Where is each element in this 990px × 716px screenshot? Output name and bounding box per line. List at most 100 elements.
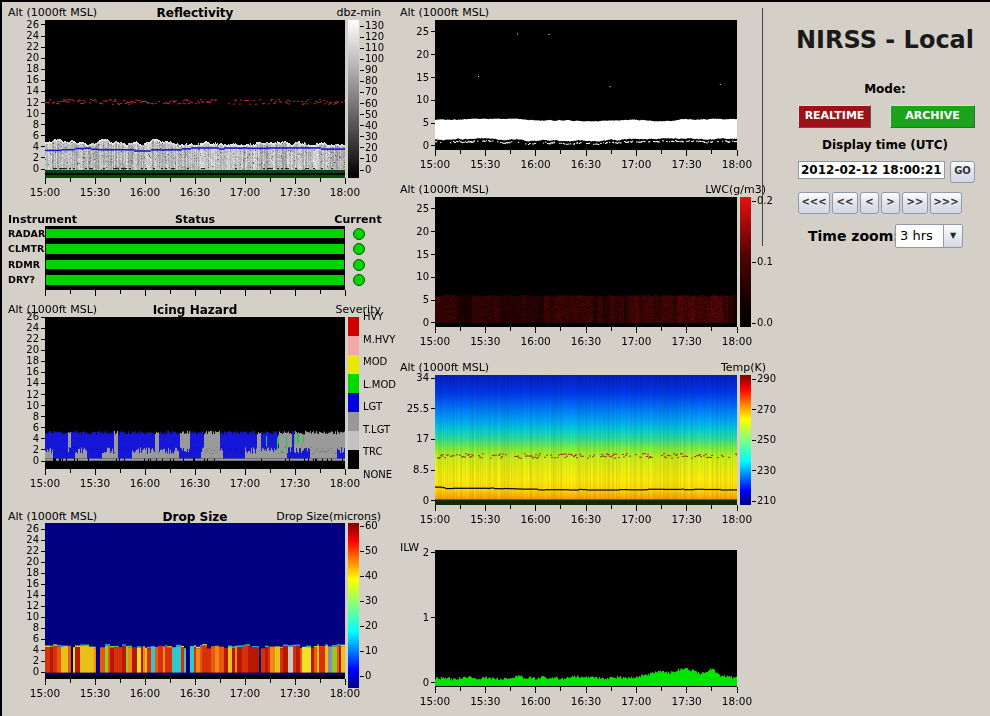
y-tick	[41, 405, 45, 406]
y-tick-label: 20	[3, 556, 39, 567]
x-tick-label: 15:00	[23, 477, 67, 489]
nav-button-5[interactable]: >>>	[930, 192, 962, 214]
x-tick	[270, 178, 271, 182]
colorbar-tick-label: 290	[757, 373, 776, 384]
x-tick	[295, 679, 296, 685]
y-tick	[431, 100, 435, 101]
y-tick-label: 8.5	[393, 464, 429, 475]
x-tick-label: 17:00	[614, 335, 658, 347]
x-tick-label: 17:30	[665, 335, 709, 347]
nirss-window: NIRSS - Local Mode: REALTIME ARCHIVE Dis…	[0, 0, 990, 716]
x-tick	[170, 290, 171, 294]
colorbar-tick	[360, 170, 364, 171]
x-tick	[711, 150, 712, 154]
y-tick	[41, 573, 45, 574]
x-tick	[460, 505, 461, 509]
y-tick-label: 5	[393, 294, 429, 305]
y-tick	[41, 449, 45, 450]
y-tick-label: 10	[3, 108, 39, 119]
display-time-input[interactable]	[798, 161, 945, 179]
x-tick-label: 16:00	[514, 158, 558, 170]
x-tick-label: 17:00	[223, 477, 267, 489]
go-button[interactable]: GO	[950, 161, 975, 183]
colorbar-tick	[360, 37, 364, 38]
colorbar-tick	[360, 70, 364, 71]
x-tick	[145, 469, 146, 475]
y-tick-label: 16	[3, 74, 39, 85]
x-tick	[510, 150, 511, 154]
colorbar-tick	[752, 409, 756, 410]
x-tick	[220, 469, 221, 473]
y-tick	[41, 628, 45, 629]
y-tick	[41, 372, 45, 373]
y-tick	[41, 113, 45, 114]
reflectivity-colorbar	[348, 20, 359, 178]
x-tick-label: 18:00	[715, 335, 759, 347]
y-tick-label: 20	[3, 52, 39, 63]
x-tick	[686, 150, 687, 156]
x-tick	[95, 679, 96, 685]
x-tick-label: 16:30	[564, 695, 608, 707]
y-tick	[431, 408, 435, 409]
x-tick-label: 15:00	[413, 513, 457, 525]
severity-segment	[348, 393, 359, 412]
x-tick-label: 18:00	[323, 687, 367, 699]
y-tick	[431, 31, 435, 32]
dropsize-plot	[45, 523, 345, 679]
colorbar-tick	[360, 601, 364, 602]
y-tick	[41, 328, 45, 329]
colorbar-tick	[360, 136, 364, 137]
y-tick-label: 4	[3, 141, 39, 152]
y-tick-label: 16	[3, 578, 39, 589]
x-tick-label: 16:30	[173, 687, 217, 699]
x-tick-label: 16:00	[123, 687, 167, 699]
severity-label: M.HVY	[363, 334, 395, 345]
y-tick	[431, 470, 435, 471]
nav-button-4[interactable]: >>	[902, 192, 928, 214]
colorbar-tick	[360, 576, 364, 577]
y-tick	[41, 639, 45, 640]
nav-button-1[interactable]: <<	[832, 192, 858, 214]
y-tick	[41, 416, 45, 417]
x-tick	[45, 469, 46, 475]
x-tick-label: 18:00	[715, 695, 759, 707]
realtime-button[interactable]: REALTIME	[798, 105, 871, 128]
archive-button[interactable]: ARCHIVE	[890, 105, 975, 128]
x-tick	[560, 505, 561, 509]
y-tick-label: 26	[3, 19, 39, 30]
x-tick	[95, 290, 96, 296]
x-tick	[170, 679, 171, 683]
x-tick	[45, 178, 46, 184]
x-tick-label: 15:30	[73, 477, 117, 489]
x-tick-label: 16:00	[514, 695, 558, 707]
x-tick-label: 16:30	[564, 335, 608, 347]
x-tick	[686, 327, 687, 333]
x-tick-label: 15:30	[463, 158, 507, 170]
x-tick	[435, 505, 436, 511]
x-tick	[245, 679, 246, 685]
colorbar-tick	[752, 201, 756, 202]
x-tick-label: 15:30	[463, 695, 507, 707]
nav-button-0[interactable]: <<<	[798, 192, 830, 214]
y-tick-label: 4	[3, 433, 39, 444]
x-tick-label: 17:30	[273, 477, 317, 489]
chevron-down-icon[interactable]: ▼	[943, 225, 962, 247]
x-tick-label: 16:00	[514, 513, 558, 525]
nav-button-2[interactable]: <	[860, 192, 879, 214]
y-tick-label: 10	[3, 611, 39, 622]
time-zoom-value: 3 hrs	[900, 228, 933, 243]
y-tick	[41, 606, 45, 607]
colorbar-tick	[360, 651, 364, 652]
nav-button-3[interactable]: >	[881, 192, 900, 214]
severity-segment	[348, 317, 359, 336]
time-zoom-select[interactable]: 3 hrs ▼	[895, 224, 963, 248]
y-tick	[41, 595, 45, 596]
y-tick	[41, 438, 45, 439]
x-tick	[510, 505, 511, 509]
x-tick-label: 18:00	[323, 477, 367, 489]
y-tick-label: 6	[3, 130, 39, 141]
y-tick	[41, 317, 45, 318]
colorbar-tick	[360, 48, 364, 49]
x-tick-label: 16:00	[123, 477, 167, 489]
x-tick	[510, 327, 511, 331]
